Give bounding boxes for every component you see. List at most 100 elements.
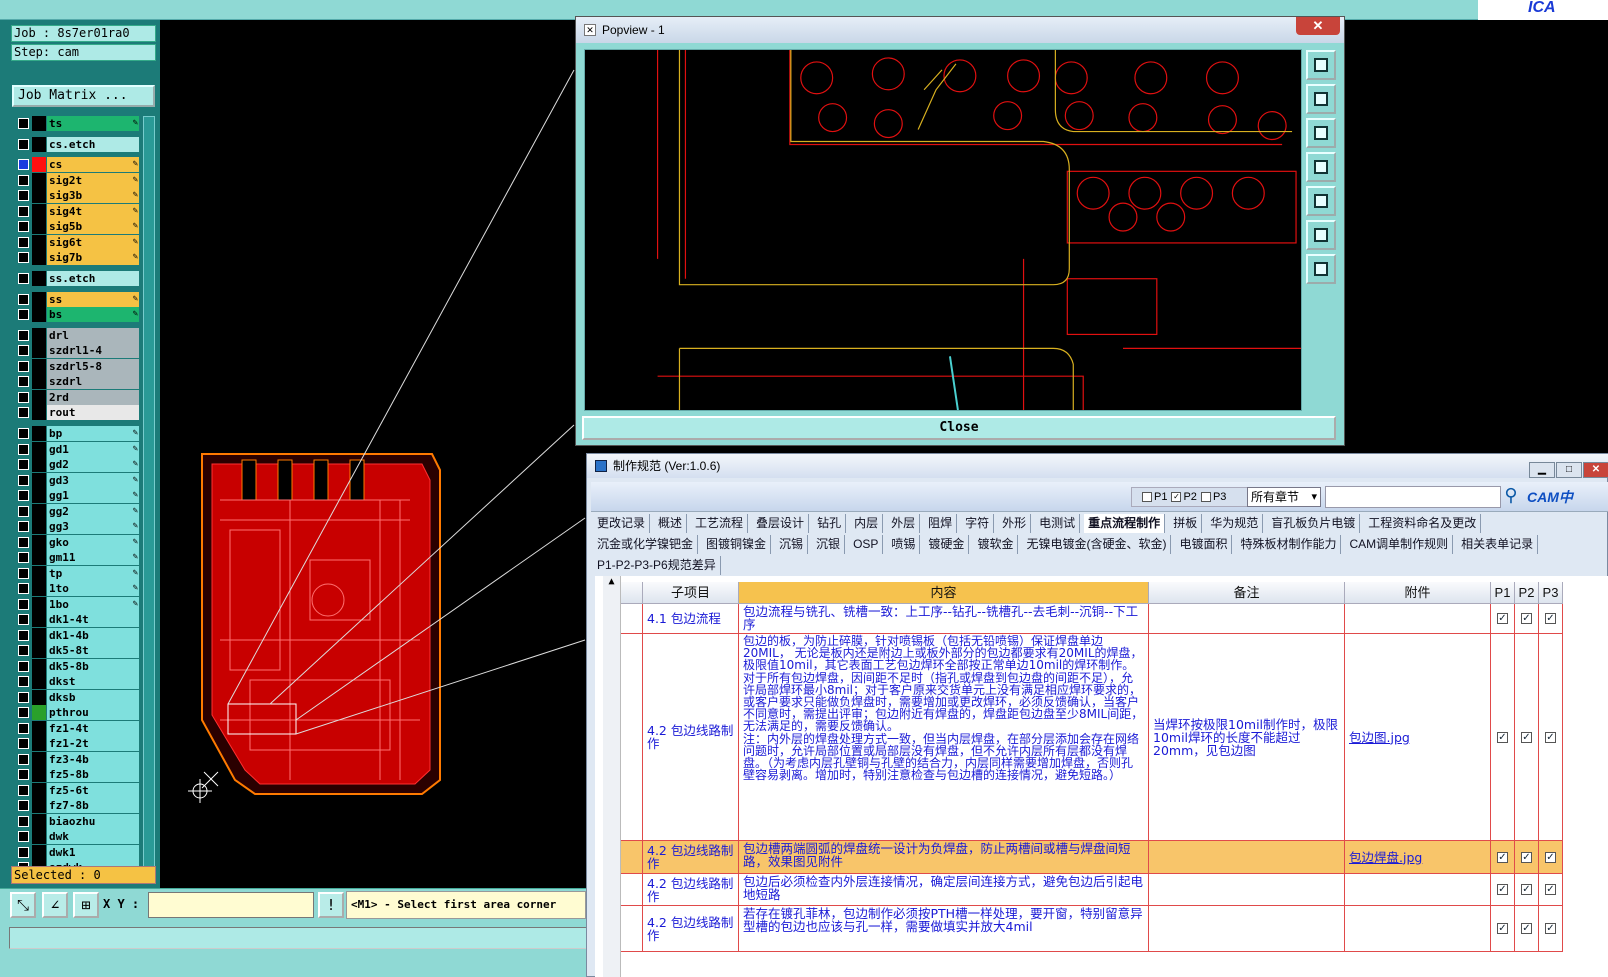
layer-row-cs[interactable]: cs ✎ [12, 157, 142, 172]
layer-row-1to[interactable]: 1to ✎ [12, 581, 142, 596]
layer-checkbox[interactable] [18, 599, 29, 610]
table-scrollbar[interactable]: ▲ [603, 576, 621, 977]
alert-icon[interactable]: ! [318, 892, 344, 918]
layer-row-fz5-6t[interactable]: fz5-6t [12, 783, 142, 798]
popview-close-button[interactable]: Close [582, 416, 1336, 440]
layer-checkbox[interactable] [18, 630, 29, 641]
layer-color-swatch[interactable] [32, 659, 46, 674]
layer-name[interactable]: dkst [47, 674, 139, 689]
layer-checkbox[interactable] [18, 816, 29, 827]
tab-tabs_row1-4[interactable]: 钻孔 [813, 514, 847, 533]
tab-tabs_row2-11[interactable]: CAM调单制作规则 [1345, 535, 1454, 554]
layer-row-sig3b[interactable]: sig3b ✎ [12, 188, 142, 203]
layer-name[interactable]: dwk1 [47, 845, 139, 860]
maximize-icon[interactable]: □ [1556, 462, 1582, 478]
layer-checkbox[interactable] [18, 118, 29, 129]
layer-name[interactable]: fz5-6t [47, 783, 139, 798]
layer-row-dkst[interactable]: dkst [12, 674, 142, 689]
column-header-sub[interactable]: 子项目 [643, 582, 739, 604]
layer-row-ss[interactable]: ss ✎ [12, 292, 142, 307]
layer-color-swatch[interactable] [32, 845, 46, 860]
tab-tabs_row1-7[interactable]: 阻焊 [924, 514, 958, 533]
layer-row-gg2[interactable]: gg2 ✎ [12, 504, 142, 519]
layer-color-swatch[interactable] [32, 519, 46, 534]
layer-row-sig6t[interactable]: sig6t ✎ [12, 235, 142, 250]
layer-color-swatch[interactable] [32, 405, 46, 420]
layer-name[interactable]: dksb [47, 690, 139, 705]
layer-name[interactable]: dk5-8t [47, 643, 139, 658]
p1-checkbox[interactable]: ✓ [1497, 851, 1508, 863]
layer-checkbox[interactable] [18, 221, 29, 232]
measure-icon[interactable]: ∠ [42, 892, 68, 918]
tab-tabs_row1-9[interactable]: 外形 [998, 514, 1032, 533]
layer-row-drl[interactable]: drl [12, 328, 142, 343]
layer-row-dk5-8t[interactable]: dk5-8t [12, 643, 142, 658]
layer-row-cs.etch[interactable]: cs.etch [12, 137, 142, 152]
zoom-area-icon[interactable]: ⤡ [10, 892, 36, 918]
layer-checkbox[interactable] [18, 537, 29, 548]
layer-checkbox[interactable] [18, 676, 29, 687]
layer-row-gd1[interactable]: gd1 ✎ [12, 442, 142, 457]
layer-color-swatch[interactable] [32, 752, 46, 767]
layer-checkbox[interactable] [18, 159, 29, 170]
layer-checkbox[interactable] [18, 506, 29, 517]
tab-tabs_row1-13[interactable]: 华为规范 [1206, 514, 1264, 533]
layer-row-2rd[interactable]: 2rd [12, 390, 142, 405]
layer-name[interactable]: sig7b [47, 250, 139, 265]
layer-checkbox[interactable] [18, 459, 29, 470]
layer-color-swatch[interactable] [32, 442, 46, 457]
zoom-in-icon[interactable] [1306, 220, 1336, 250]
p2-checkbox[interactable]: ✓ [1521, 731, 1532, 743]
layer-checkbox[interactable] [18, 645, 29, 656]
layer-color-swatch[interactable] [32, 798, 46, 813]
column-header-p1[interactable]: P1 [1491, 582, 1515, 604]
layer-checkbox[interactable] [18, 800, 29, 811]
layer-row-szdrl1-4[interactable]: szdrl1-4 [12, 343, 142, 358]
layer-row-sig2t[interactable]: sig2t ✎ [12, 173, 142, 188]
layer-name[interactable]: rout [47, 405, 139, 420]
layer-checkbox[interactable] [18, 376, 29, 387]
attachment-link[interactable]: 包边焊盘.jpg [1349, 851, 1422, 864]
layer-color-swatch[interactable] [32, 628, 46, 643]
layer-row-dk1-4t[interactable]: dk1-4t [12, 612, 142, 627]
layer-checkbox[interactable] [18, 175, 29, 186]
p1-checkbox[interactable]: ✓ [1497, 613, 1508, 624]
layer-name[interactable]: gd2 [47, 457, 139, 472]
layer-name[interactable]: ts [47, 116, 139, 131]
zoom-out-icon[interactable] [1306, 254, 1336, 284]
layer-row-bs[interactable]: bs ✎ [12, 307, 142, 322]
p3-checkbox[interactable]: ✓ [1545, 613, 1556, 624]
layer-row-dwk[interactable]: dwk [12, 829, 142, 844]
layer-checkbox[interactable] [18, 428, 29, 439]
tab-tabs_row1-15[interactable]: 工程资料命名及更改 [1364, 514, 1482, 533]
popview-close-icon[interactable]: ✕ [1296, 17, 1340, 35]
popview-titlebar[interactable]: ✕ Popview - 1 ✕ [576, 17, 1344, 43]
layer-checkbox[interactable] [18, 847, 29, 858]
layer-name[interactable]: cs.etch [47, 137, 139, 152]
tab-tabs_row1-5[interactable]: 内层 [850, 514, 884, 533]
layer-checkbox[interactable] [18, 707, 29, 718]
layer-color-swatch[interactable] [32, 814, 46, 829]
layer-color-swatch[interactable] [32, 504, 46, 519]
layer-color-swatch[interactable] [32, 374, 46, 389]
tab-tabs_row2-5[interactable]: 喷锡 [887, 535, 921, 554]
layer-row-pthrou[interactable]: pthrou [12, 705, 142, 720]
layer-list-scrollbar[interactable] [143, 116, 155, 884]
search-input[interactable] [1325, 486, 1501, 508]
rules-titlebar[interactable]: 制作规范 (Ver:1.0.6) ▁ □ ✕ [587, 454, 1608, 478]
layer-checkbox[interactable] [18, 330, 29, 341]
layer-color-swatch[interactable] [32, 173, 46, 188]
layer-name[interactable]: 1to [47, 581, 139, 596]
layer-name[interactable]: gd1 [47, 442, 139, 457]
layer-checkbox[interactable] [18, 273, 29, 284]
layer-color-swatch[interactable] [32, 219, 46, 234]
tab-tabs_row1-10[interactable]: 电测试 [1035, 514, 1081, 533]
layer-name[interactable]: ss [47, 292, 139, 307]
layer-checkbox[interactable] [18, 444, 29, 455]
layer-checkbox[interactable] [18, 294, 29, 305]
pcb-canvas[interactable] [160, 20, 590, 888]
tab-tabs_row2-7[interactable]: 镀软金 [973, 535, 1019, 554]
layer-color-swatch[interactable] [32, 328, 46, 343]
layer-color-swatch[interactable] [32, 235, 46, 250]
layer-row-fz3-4b[interactable]: fz3-4b [12, 752, 142, 767]
